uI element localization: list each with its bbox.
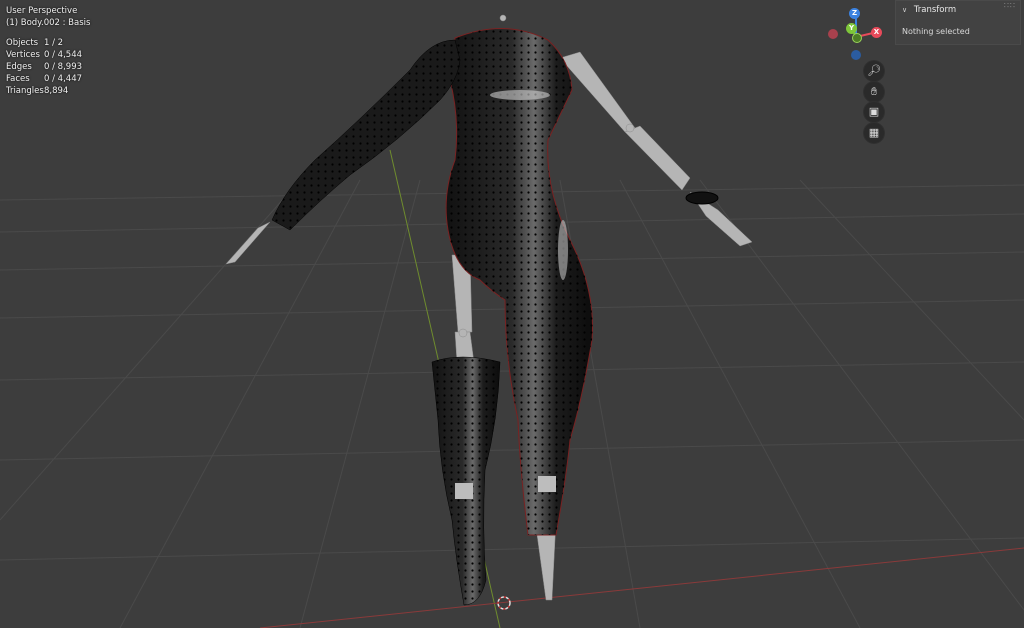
transform-panel-header[interactable]: ∨ Transform	[902, 5, 956, 15]
stat-row-objects: Objects 1 / 2	[6, 37, 82, 49]
stat-value: 1 / 2	[44, 38, 64, 48]
stat-value: 0 / 8,993	[44, 62, 83, 72]
camera-view-button[interactable]: ▣	[864, 102, 884, 122]
stat-label: Edges	[6, 62, 32, 72]
navigation-gizmo[interactable]: Z Y X	[823, 4, 887, 64]
gizmo-neg-x-axis[interactable]	[828, 29, 838, 39]
zoom-icon: 🔎︎	[867, 64, 881, 77]
gizmo-y-label: Y	[848, 24, 855, 32]
transform-panel: ∨ Transform ∷∷ Nothing selected	[895, 0, 1021, 45]
chevron-down-icon: ∨	[902, 6, 908, 14]
stat-label: Faces	[6, 74, 30, 84]
drag-handle-icon[interactable]: ∷∷	[1004, 1, 1016, 10]
mesh-body	[271, 28, 719, 606]
pan-button[interactable]: ✋︎	[864, 82, 884, 102]
gizmo-x-label: X	[873, 28, 880, 36]
stat-label: Objects	[6, 38, 39, 48]
stat-row-faces: Faces 0 / 4,447	[6, 73, 82, 85]
gizmo-neg-z-axis[interactable]	[851, 50, 861, 60]
transform-panel-title: Transform	[913, 5, 957, 15]
gizmo-z-axis[interactable]: Z	[849, 8, 860, 19]
view-name: User Perspective	[6, 6, 78, 16]
hand-icon: ✋︎	[870, 85, 878, 98]
stat-value: 0 / 4,544	[44, 50, 83, 60]
stat-row-vertices: Vertices 0 / 4,544	[6, 49, 82, 61]
object-name: (1) Body.002 : Basis	[6, 18, 91, 28]
gizmo-neg-y-axis[interactable]	[852, 33, 862, 43]
gizmo-x-axis[interactable]: X	[871, 27, 882, 38]
stat-value: 0 / 4,447	[44, 74, 83, 84]
gizmo-z-label: Z	[851, 9, 858, 17]
stat-row-edges: Edges 0 / 8,993	[6, 61, 82, 73]
zoom-button[interactable]: 🔎︎	[864, 61, 884, 81]
stat-label: Triangles	[6, 86, 44, 96]
camera-icon: ▣	[868, 105, 880, 118]
x-axis-line	[259, 547, 1024, 628]
selection-status: Nothing selected	[902, 27, 970, 36]
grid-icon: ▦	[868, 126, 880, 139]
stat-value: 8,894	[44, 86, 69, 96]
stat-row-triangles: Triangles 8,894	[6, 85, 82, 97]
perspective-toggle-button[interactable]: ▦	[864, 123, 884, 143]
scene-statistics: Objects 1 / 2 Vertices 0 / 4,544 Edges 0…	[6, 37, 82, 97]
stat-label: Vertices	[6, 50, 40, 60]
